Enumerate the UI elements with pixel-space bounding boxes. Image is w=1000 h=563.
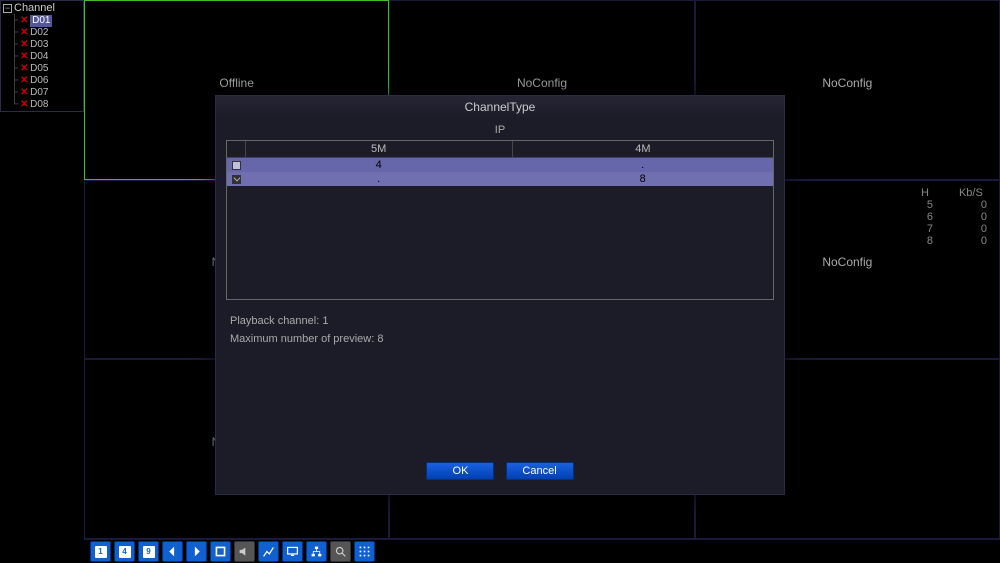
view-1-button[interactable]: 1 — [90, 541, 111, 562]
network-button[interactable] — [306, 541, 327, 562]
cell-4m: . — [512, 158, 773, 173]
grid-button[interactable] — [354, 541, 375, 562]
close-icon: ✕ — [20, 15, 28, 27]
toolbar: 149 — [84, 539, 1000, 563]
close-icon: ✕ — [20, 63, 28, 75]
row-checkbox[interactable] — [232, 175, 241, 184]
channel-label: D01 — [30, 15, 52, 27]
column-5m: 5M — [245, 141, 512, 158]
channel-type-table: 5M 4M 4..8 — [226, 140, 774, 300]
channel-label: D06 — [30, 75, 48, 87]
cell-status: NoConfig — [822, 255, 872, 269]
channel-panel-title: − Channel — [3, 2, 81, 14]
dialog-info: Playback channel: 1 Maximum number of pr… — [230, 312, 770, 348]
channel-label: D05 — [30, 63, 48, 75]
cell-4m: 8 — [512, 172, 773, 186]
channel-label: D02 — [30, 27, 48, 39]
channel-item-d05[interactable]: ├✕D05 — [11, 63, 81, 75]
channel-label: D04 — [30, 51, 48, 63]
close-icon: ✕ — [20, 27, 28, 39]
cell-status: NoConfig — [517, 76, 567, 90]
max-preview-line: Maximum number of preview: 8 — [230, 330, 770, 348]
table-row[interactable]: .8 — [227, 172, 773, 186]
next-button[interactable] — [186, 541, 207, 562]
cell-status: NoConfig — [822, 76, 872, 90]
bitrate-stats: HKb/S50607080 — [921, 187, 987, 247]
ok-button[interactable]: OK — [426, 462, 494, 480]
channel-item-d02[interactable]: ├✕D02 — [11, 27, 81, 39]
cell-status: Offline — [219, 76, 253, 90]
channel-list: ├✕D01├✕D02├✕D03├✕D04├✕D05├✕D06├✕D07└✕D08 — [11, 15, 81, 111]
dialog-title: ChannelType — [216, 96, 784, 118]
fullscreen-button[interactable] — [210, 541, 231, 562]
volume-button[interactable] — [234, 541, 255, 562]
channel-item-d06[interactable]: ├✕D06 — [11, 75, 81, 87]
table-row[interactable]: 4. — [227, 158, 773, 173]
close-icon: ✕ — [20, 99, 28, 111]
row-checkbox[interactable] — [232, 161, 241, 170]
channel-panel: − Channel ├✕D01├✕D02├✕D03├✕D04├✕D05├✕D06… — [0, 0, 84, 112]
close-icon: ✕ — [20, 39, 28, 51]
cancel-button[interactable]: Cancel — [506, 462, 574, 480]
channel-label: D08 — [30, 99, 48, 111]
channel-item-d07[interactable]: ├✕D07 — [11, 87, 81, 99]
cell-5m: 4 — [245, 158, 512, 173]
view-9-button[interactable]: 9 — [138, 541, 159, 562]
monitor-button[interactable] — [282, 541, 303, 562]
channel-item-d01[interactable]: ├✕D01 — [11, 15, 81, 27]
channel-item-d08[interactable]: └✕D08 — [11, 99, 81, 111]
channel-panel-label: Channel — [14, 2, 55, 14]
channel-type-dialog: ChannelType IP 5M 4M 4..8 Playback chann… — [215, 95, 785, 495]
dialog-buttons: OK Cancel — [216, 452, 784, 494]
channel-label: D03 — [30, 39, 48, 51]
close-icon: ✕ — [20, 87, 28, 99]
dialog-subtitle: IP — [216, 118, 784, 140]
close-icon: ✕ — [20, 75, 28, 87]
prev-button[interactable] — [162, 541, 183, 562]
channel-item-d04[interactable]: ├✕D04 — [11, 51, 81, 63]
playback-channel-line: Playback channel: 1 — [230, 312, 770, 330]
channel-label: D07 — [30, 87, 48, 99]
channel-item-d03[interactable]: ├✕D03 — [11, 39, 81, 51]
column-4m: 4M — [512, 141, 773, 158]
cell-5m: . — [245, 172, 512, 186]
collapse-icon[interactable]: − — [3, 4, 12, 13]
search-button[interactable] — [330, 541, 351, 562]
view-4-button[interactable]: 4 — [114, 541, 135, 562]
close-icon: ✕ — [20, 51, 28, 63]
chart-button[interactable] — [258, 541, 279, 562]
